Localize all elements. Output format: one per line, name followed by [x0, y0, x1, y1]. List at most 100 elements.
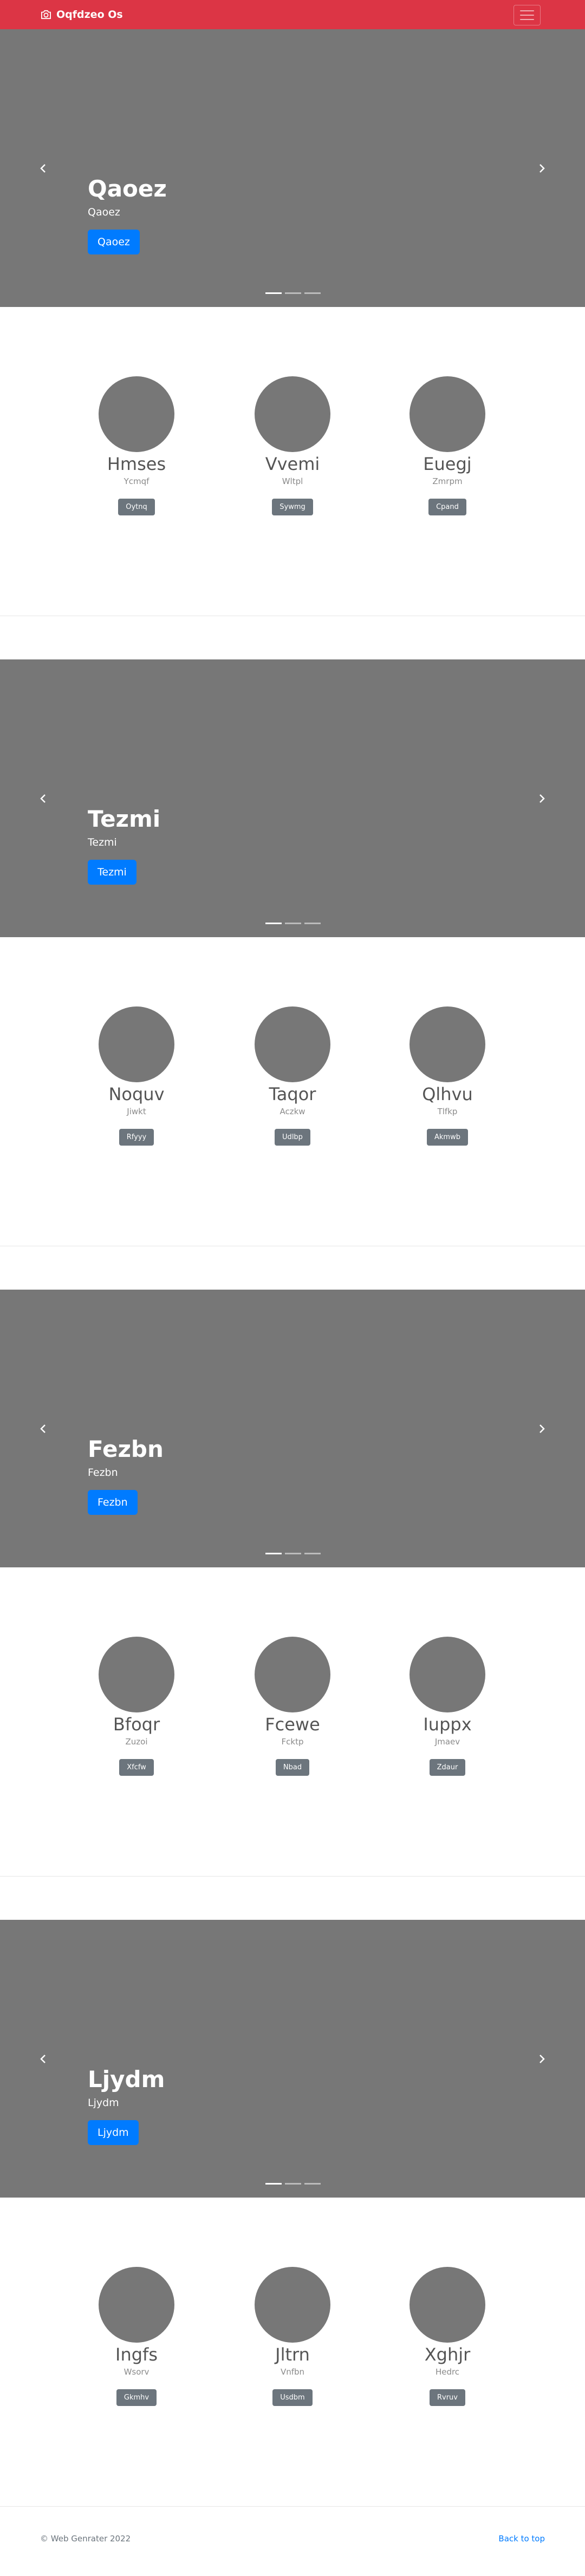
- person-name: Ingfs: [115, 2344, 158, 2365]
- person-name: Xghjr: [424, 2344, 471, 2365]
- slide-title: Qaoez: [88, 175, 167, 202]
- person-button[interactable]: Oytnq: [118, 499, 155, 515]
- person-name: Jltrn: [275, 2344, 310, 2365]
- person-button[interactable]: Zdaur: [429, 1759, 466, 1776]
- carousel-indicator[interactable]: [285, 923, 301, 924]
- menu-icon: [520, 10, 534, 20]
- avatar: [255, 2267, 330, 2343]
- chevron-left-icon: [40, 2054, 46, 2063]
- footer-copyright: © Web Genrater 2022: [40, 2534, 131, 2544]
- person-subtitle: Vnfbn: [280, 2367, 305, 2377]
- person-name: Fcewe: [265, 1714, 320, 1735]
- carousel-indicator[interactable]: [304, 923, 321, 924]
- chevron-right-icon: [540, 794, 545, 803]
- person-subtitle: Tlfkp: [437, 1107, 458, 1116]
- person-button[interactable]: Akmwb: [427, 1129, 468, 1146]
- carousel-indicators: [265, 923, 321, 924]
- avatar: [255, 1006, 330, 1082]
- avatar: [99, 1637, 174, 1712]
- carousel-prev-button[interactable]: [32, 2043, 54, 2075]
- slide-title: Ljydm: [88, 2066, 165, 2093]
- slide-subtitle: Ljydm: [88, 2097, 119, 2109]
- avatar: [410, 376, 485, 452]
- person-button[interactable]: Cpand: [428, 499, 466, 515]
- brand-link[interactable]: Oqfdzeo Os: [40, 8, 123, 22]
- carousel-indicator[interactable]: [285, 2183, 301, 2185]
- footer: © Web Genrater 2022 Back to top: [0, 2507, 585, 2563]
- person-card: Vvemi Wltpl Sywmg: [233, 376, 352, 515]
- carousel-indicator[interactable]: [265, 923, 282, 924]
- avatar: [255, 1637, 330, 1712]
- person-button[interactable]: Udlbp: [275, 1129, 310, 1146]
- carousel: Qaoez Qaoez Qaoez: [0, 29, 585, 307]
- carousel-prev-button[interactable]: [32, 1413, 54, 1445]
- person-card: Ingfs Wsorv Gkmhv: [77, 2267, 196, 2406]
- carousel-indicators: [265, 1553, 321, 1554]
- avatar: [99, 2267, 174, 2343]
- person-subtitle: Hedrc: [435, 2367, 460, 2377]
- slide-button[interactable]: Qaoez: [88, 230, 140, 254]
- avatar: [410, 2267, 485, 2343]
- person-name: Qlhvu: [422, 1084, 473, 1104]
- carousel: Tezmi Tezmi Tezmi: [0, 659, 585, 937]
- avatar: [410, 1006, 485, 1082]
- back-to-top-link[interactable]: Back to top: [498, 2534, 545, 2544]
- person-name: Hmses: [107, 454, 166, 474]
- person-name: Bfoqr: [113, 1714, 160, 1735]
- chevron-right-icon: [540, 2054, 545, 2063]
- carousel-indicator[interactable]: [304, 1553, 321, 1554]
- person-card: Iuppx Jmaev Zdaur: [388, 1637, 507, 1776]
- person-name: Vvemi: [265, 454, 320, 474]
- person-name: Euegj: [423, 454, 472, 474]
- carousel-indicator[interactable]: [304, 2183, 321, 2185]
- person-button[interactable]: Rvruv: [429, 2389, 465, 2406]
- carousel-indicators: [265, 292, 321, 294]
- people-row: Hmses Ycmqf Oytnq Vvemi Wltpl Sywmg Eueg…: [0, 307, 585, 616]
- slide-subtitle: Tezmi: [88, 836, 117, 848]
- slide-button[interactable]: Fezbn: [88, 1490, 138, 1515]
- carousel-caption: Tezmi Tezmi Tezmi: [88, 806, 160, 885]
- carousel-caption: Fezbn Fezbn Fezbn: [88, 1436, 164, 1515]
- carousel-next-button[interactable]: [531, 782, 552, 815]
- carousel-indicator[interactable]: [265, 292, 282, 294]
- person-card: Bfoqr Zuzoi Xfcfw: [77, 1637, 196, 1776]
- person-button[interactable]: Nbad: [275, 1759, 310, 1776]
- carousel-prev-button[interactable]: [32, 152, 54, 185]
- avatar: [99, 1006, 174, 1082]
- person-subtitle: Wsorv: [123, 2367, 150, 2377]
- person-card: Noquv Jiwkt Rfyyy: [77, 1006, 196, 1146]
- person-button[interactable]: Gkmhv: [116, 2389, 157, 2406]
- carousel-indicator[interactable]: [304, 292, 321, 294]
- person-button[interactable]: Rfyyy: [119, 1129, 154, 1146]
- slide-button[interactable]: Tezmi: [88, 860, 136, 885]
- slide-subtitle: Fezbn: [88, 1467, 118, 1479]
- carousel-next-button[interactable]: [531, 2043, 552, 2075]
- people-row: Noquv Jiwkt Rfyyy Taqor Aczkw Udlbp Qlhv…: [0, 937, 585, 1246]
- person-card: Jltrn Vnfbn Usdbm: [233, 2267, 352, 2406]
- person-subtitle: Wltpl: [282, 476, 303, 486]
- slide-button[interactable]: Ljydm: [88, 2120, 139, 2145]
- people-row: Bfoqr Zuzoi Xfcfw Fcewe Fcktp Nbad Iuppx…: [0, 1567, 585, 1876]
- person-card: Hmses Ycmqf Oytnq: [77, 376, 196, 515]
- chevron-left-icon: [40, 1424, 46, 1433]
- person-subtitle: Zuzoi: [125, 1737, 148, 1747]
- carousel: Ljydm Ljydm Ljydm: [0, 1920, 585, 2198]
- carousel-caption: Qaoez Qaoez Qaoez: [88, 175, 167, 254]
- carousel-indicator[interactable]: [285, 292, 301, 294]
- carousel: Fezbn Fezbn Fezbn: [0, 1290, 585, 1567]
- chevron-right-icon: [540, 164, 545, 173]
- carousel-next-button[interactable]: [531, 152, 552, 185]
- carousel-indicator[interactable]: [265, 2183, 282, 2185]
- person-button[interactable]: Usdbm: [272, 2389, 313, 2406]
- carousel-indicator[interactable]: [265, 1553, 282, 1554]
- carousel-next-button[interactable]: [531, 1413, 552, 1445]
- person-button[interactable]: Sywmg: [272, 499, 313, 515]
- person-subtitle: Zmrpm: [432, 476, 463, 486]
- main-content: Qaoez Qaoez Qaoez Hmses Ycmqf Oytnq Vvem…: [0, 29, 585, 2507]
- carousel-prev-button[interactable]: [32, 782, 54, 815]
- person-name: Taqor: [269, 1084, 316, 1104]
- carousel-indicator[interactable]: [285, 1553, 301, 1554]
- person-button[interactable]: Xfcfw: [119, 1759, 154, 1776]
- navbar-toggle-button[interactable]: [514, 5, 541, 25]
- person-card: Qlhvu Tlfkp Akmwb: [388, 1006, 507, 1146]
